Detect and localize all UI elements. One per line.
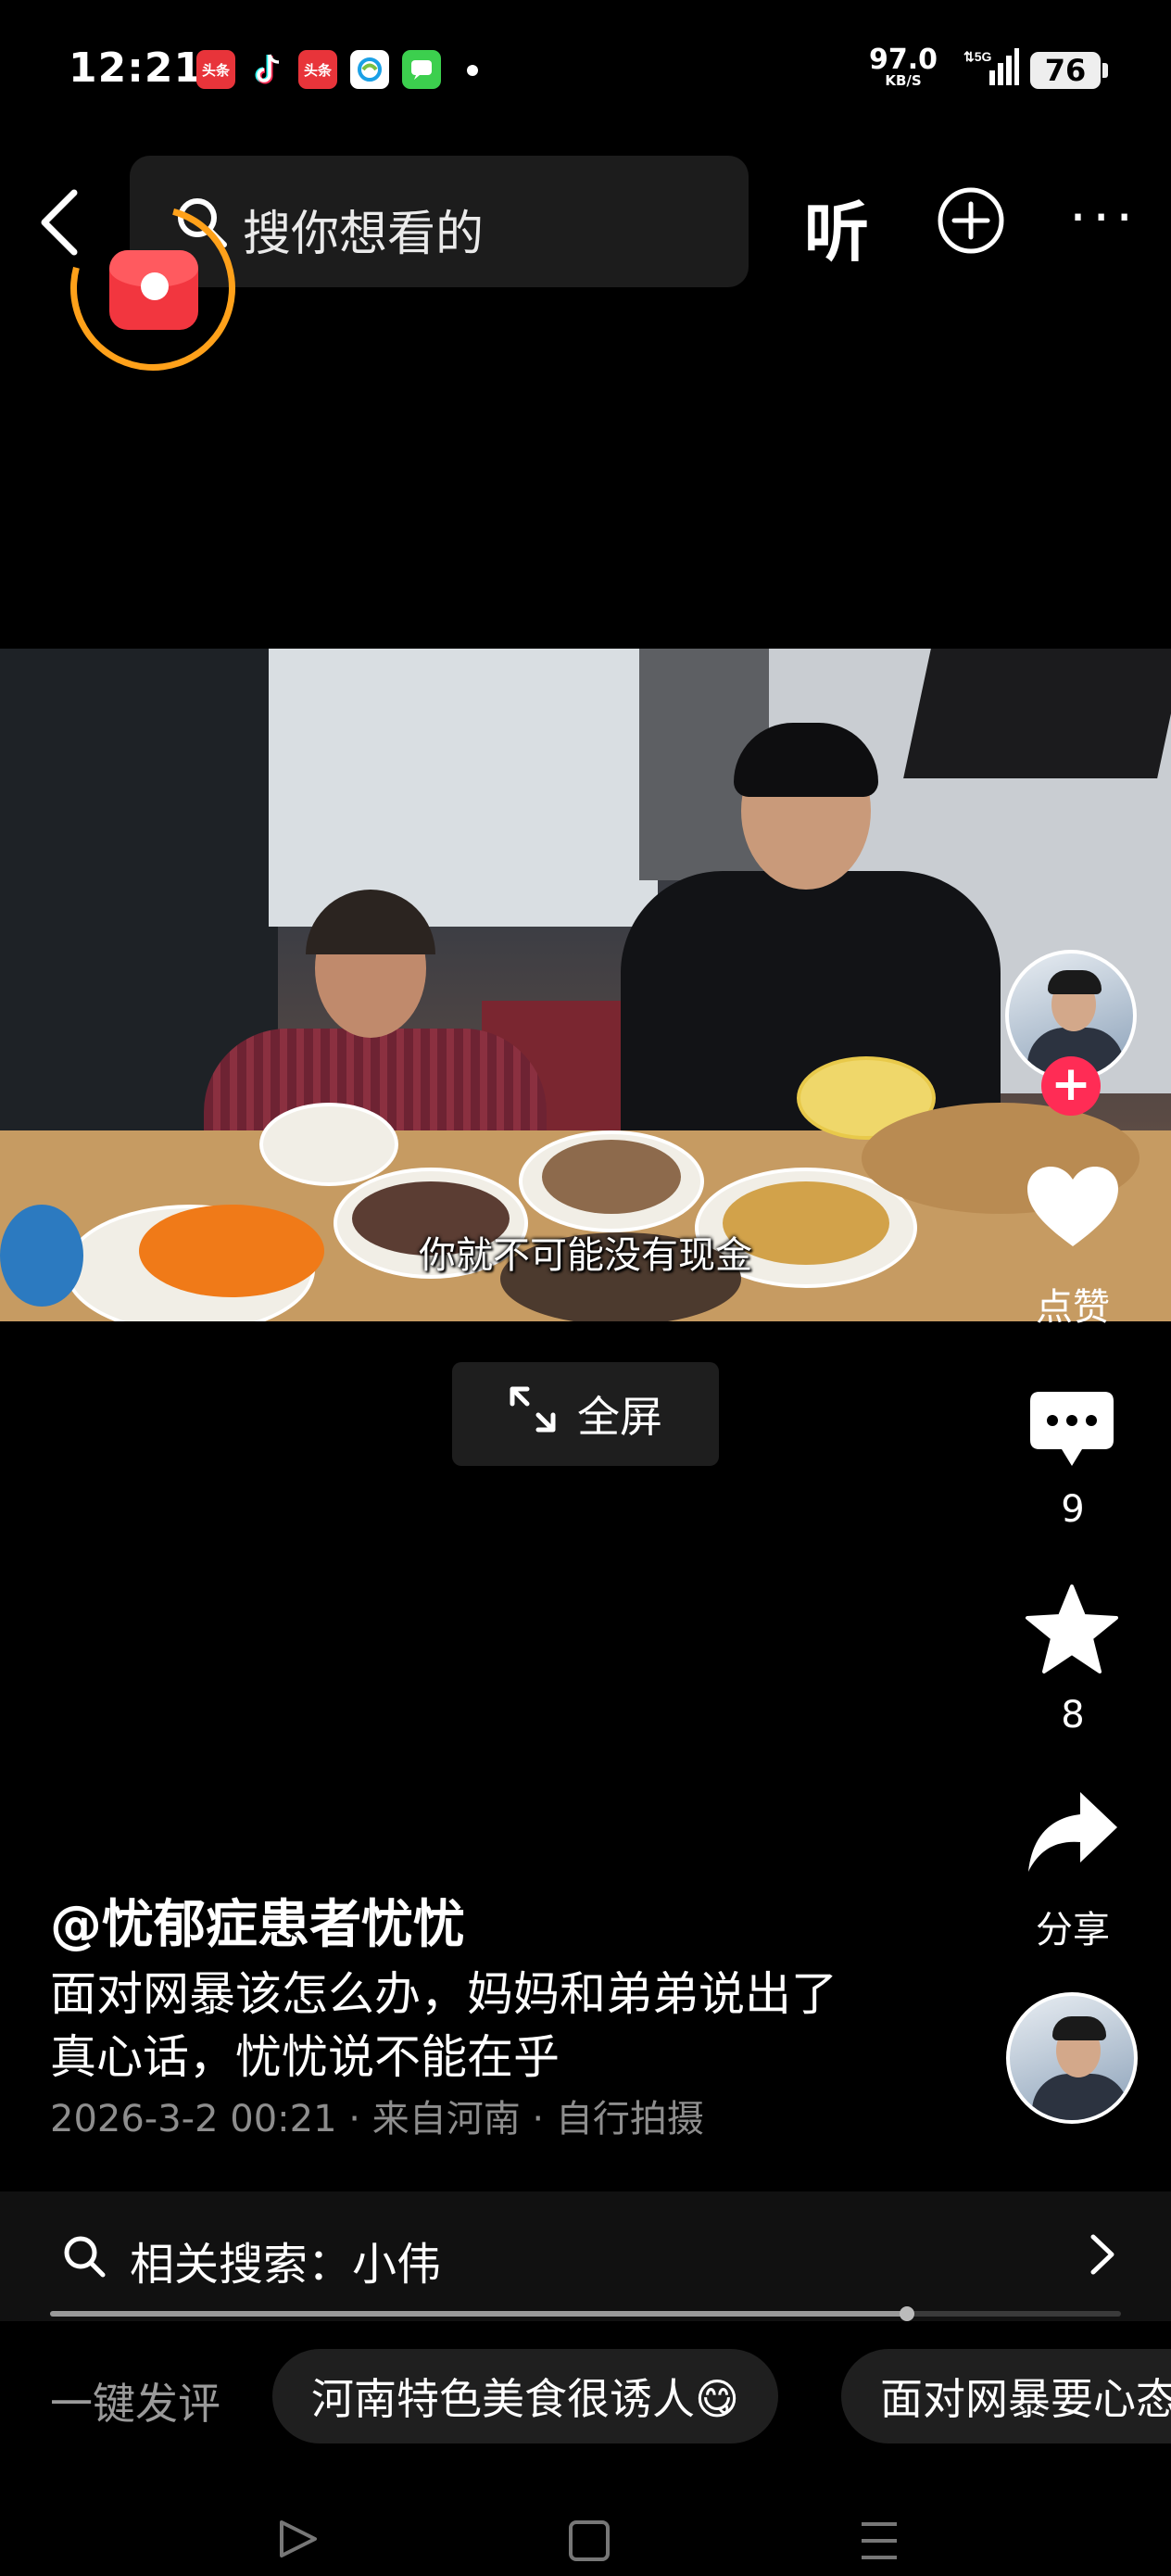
china-mobile-icon [350,50,389,89]
system-nav-bar [0,2502,1171,2576]
quick-comment-chip[interactable]: 面对网暴要心态 [841,2349,1171,2443]
expand-icon [509,1385,557,1444]
video-description: 面对网暴该怎么办，妈妈和弟弟说出了 真心话，忧忧说不能在乎 [50,1963,958,2089]
red-packet-button[interactable] [40,175,266,401]
svg-text:⇅5G: ⇅5G [963,49,992,64]
listen-button[interactable]: 听 [804,181,869,274]
description-line: 真心话，忧忧说不能在乎 [50,2030,560,2084]
music-avatar[interactable] [1006,1992,1138,2124]
add-button[interactable] [936,185,1006,259]
like-label[interactable]: 点赞 [999,1277,1147,1331]
more-icon[interactable]: ··· [1069,185,1139,250]
toutiao-icon: 头条 [196,50,235,89]
quick-comment-label: 一键发评 [50,2379,220,2429]
messages-icon [402,50,441,89]
status-time: 12:21 [69,44,204,92]
post-meta: 2026-3-2 00:21 · 来自河南 · 自行拍摄 [50,2098,704,2140]
video-window [269,649,658,927]
search-icon [61,2233,107,2283]
author-name[interactable]: @忧郁症患者忧忧 [50,1883,465,1958]
back-button[interactable] [31,185,87,259]
toutiao-icon: 头条 [298,50,337,89]
video-player[interactable]: 你就不可能没有现金 [0,649,1171,1321]
progress-fill [50,2311,907,2317]
video-subtitle: 你就不可能没有现金 [419,1234,752,1277]
follow-button[interactable]: + [1041,1056,1101,1116]
quick-comment-chip[interactable]: 河南特色美食很诱人😋 [272,2349,778,2443]
share-icon[interactable] [1025,1788,1121,1881]
comment-count: 9 [1061,1488,1085,1531]
related-search-label[interactable]: 相关搜索：小伟 [130,2228,441,2292]
progress-knob[interactable] [899,2306,914,2321]
tiktok-icon [248,50,287,89]
fullscreen-label: 全屏 [577,1392,662,1442]
chevron-right-icon[interactable] [1086,2231,1119,2281]
description-line: 面对网暴该怎么办，妈妈和弟弟说出了 [50,1967,837,2021]
search-placeholder[interactable]: 搜你想看的 [243,195,484,264]
share-label[interactable]: 分享 [999,1900,1147,1953]
favorite-count: 8 [1061,1694,1085,1736]
battery-icon: 76 [1030,52,1108,89]
star-icon[interactable] [1024,1583,1120,1679]
signal-icon: ⇅5G [963,46,1019,93]
fullscreen-button[interactable]: 全屏 [452,1362,719,1466]
video-bowl [259,1103,398,1186]
comment-icon[interactable] [1026,1388,1117,1477]
more-notifications-dot [467,65,478,76]
network-speed: 97.0 KB/S [869,44,938,89]
heart-icon[interactable] [1024,1163,1122,1256]
red-envelope-seal [141,272,169,300]
video-food [542,1140,681,1214]
status-bar: 12:21 头条 头条 97.0 KB/S ⇅5G 76 [0,0,1171,139]
video-progress-bar[interactable] [50,2306,1121,2321]
